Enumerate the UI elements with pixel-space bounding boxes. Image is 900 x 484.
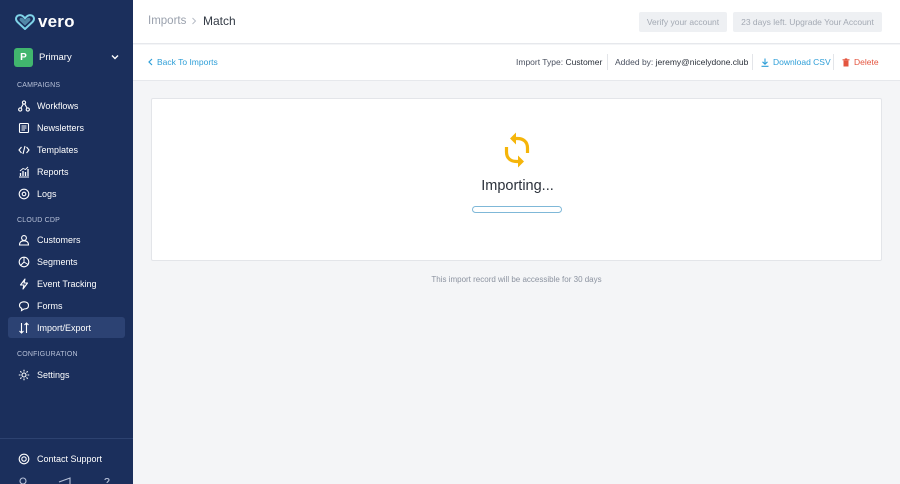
- refresh-spinner-icon: [504, 132, 530, 168]
- upgrade-account-button[interactable]: 23 days left. Upgrade Your Account: [733, 12, 882, 32]
- trash-icon: [842, 57, 850, 66]
- import-status-text: Importing...: [481, 178, 554, 194]
- chat-icon: [18, 300, 30, 312]
- sidebar-item-label: Customers: [37, 234, 81, 245]
- sidebar-item-label: Import/Export: [37, 322, 92, 333]
- chevron-down-icon: [111, 55, 119, 60]
- newsletter-icon: [18, 122, 30, 133]
- back-to-imports-link[interactable]: Back To Imports: [148, 57, 218, 67]
- workspace-avatar: P: [14, 47, 33, 67]
- download-csv-label: Download CSV: [773, 57, 831, 67]
- announcement-icon[interactable]: [58, 476, 72, 484]
- workspace-name: Primary: [39, 51, 72, 63]
- breadcrumb-current: Match: [203, 14, 236, 28]
- sidebar-item-customers[interactable]: Customers: [8, 229, 125, 250]
- help-icon[interactable]: [102, 476, 112, 484]
- verify-account-button[interactable]: Verify your account: [639, 12, 727, 32]
- gear-icon: [18, 369, 30, 380]
- sidebar-item-reports[interactable]: Reports: [8, 161, 125, 182]
- import-detail-bar: Back To Imports Import Type: Customer Ad…: [133, 45, 900, 81]
- added-by: Added by: jeremy@nicelydone.club: [615, 57, 748, 67]
- sidebar-item-label: Newsletters: [37, 122, 85, 133]
- download-csv-link[interactable]: Download CSV: [761, 57, 831, 67]
- pie-icon: [18, 256, 30, 267]
- divider: [607, 54, 608, 70]
- import-status-card: Importing...: [151, 98, 882, 261]
- sidebar-item-workflows[interactable]: Workflows: [8, 95, 125, 116]
- workspace-switcher[interactable]: P Primary: [14, 47, 120, 67]
- logs-icon: [18, 188, 30, 199]
- import-type-label: Import Type:: [516, 57, 564, 67]
- retention-note: This import record will be accessible fo…: [431, 275, 602, 284]
- delete-import-link[interactable]: Delete: [842, 57, 879, 67]
- sidebar-divider: [0, 438, 133, 439]
- contact-support-button[interactable]: Contact Support: [8, 448, 125, 469]
- sidebar-item-forms[interactable]: Forms: [8, 295, 125, 316]
- sidebar-item-logs[interactable]: Logs: [8, 183, 125, 204]
- import-type-value: Customer: [565, 57, 603, 67]
- top-bar: Imports Match Verify your account 23 day…: [133, 0, 900, 44]
- sidebar-item-label: Settings: [37, 369, 70, 380]
- added-by-value: jeremy@nicelydone.club: [655, 57, 749, 67]
- support-icon: [18, 453, 30, 464]
- import-progress-bar: [472, 206, 562, 213]
- user-icon: [18, 234, 30, 246]
- brand-name: vero: [38, 12, 75, 31]
- sidebar-item-event-tracking[interactable]: Event Tracking: [8, 273, 125, 294]
- divider: [752, 54, 753, 70]
- workflow-icon: [18, 99, 30, 112]
- code-icon: [18, 145, 30, 154]
- sidebar-item-settings[interactable]: Settings: [8, 364, 125, 385]
- back-to-imports-label: Back To Imports: [157, 57, 218, 67]
- import-export-icon: [19, 321, 29, 334]
- section-label-configuration: CONFIGURATION: [17, 351, 78, 358]
- chart-icon: [19, 166, 29, 177]
- section-label-cloud-cdp: CLOUD CDP: [17, 217, 61, 224]
- breadcrumb-imports-link[interactable]: Imports: [148, 15, 186, 27]
- contact-support-label: Contact Support: [37, 453, 103, 464]
- sidebar-item-label: Forms: [37, 300, 63, 311]
- chevron-left-icon: [148, 58, 153, 66]
- brand-logo[interactable]: vero: [15, 12, 75, 32]
- sidebar-item-templates[interactable]: Templates: [8, 139, 125, 160]
- sidebar: vero P Primary CAMPAIGNS Workflows Newsl…: [0, 0, 133, 484]
- sidebar-item-label: Reports: [37, 166, 69, 177]
- delete-label: Delete: [854, 57, 879, 67]
- sidebar-item-segments[interactable]: Segments: [8, 251, 125, 272]
- sidebar-footer-icons: [18, 476, 112, 484]
- sidebar-item-label: Templates: [37, 144, 79, 155]
- sidebar-item-import-export[interactable]: Import/Export: [8, 317, 125, 338]
- vero-heart-icon: [15, 14, 35, 30]
- section-label-campaigns: CAMPAIGNS: [17, 82, 61, 89]
- sidebar-item-label: Segments: [37, 256, 78, 267]
- added-by-label: Added by:: [615, 57, 654, 67]
- profile-icon[interactable]: [18, 476, 28, 484]
- sidebar-item-label: Event Tracking: [37, 278, 97, 289]
- chevron-right-icon: [192, 17, 197, 25]
- download-icon: [761, 58, 769, 67]
- divider: [833, 54, 834, 70]
- sidebar-item-newsletters[interactable]: Newsletters: [8, 117, 125, 138]
- sidebar-item-label: Workflows: [37, 100, 79, 111]
- sidebar-item-label: Logs: [37, 188, 57, 199]
- bolt-icon: [19, 277, 29, 290]
- import-type: Import Type: Customer: [516, 57, 602, 67]
